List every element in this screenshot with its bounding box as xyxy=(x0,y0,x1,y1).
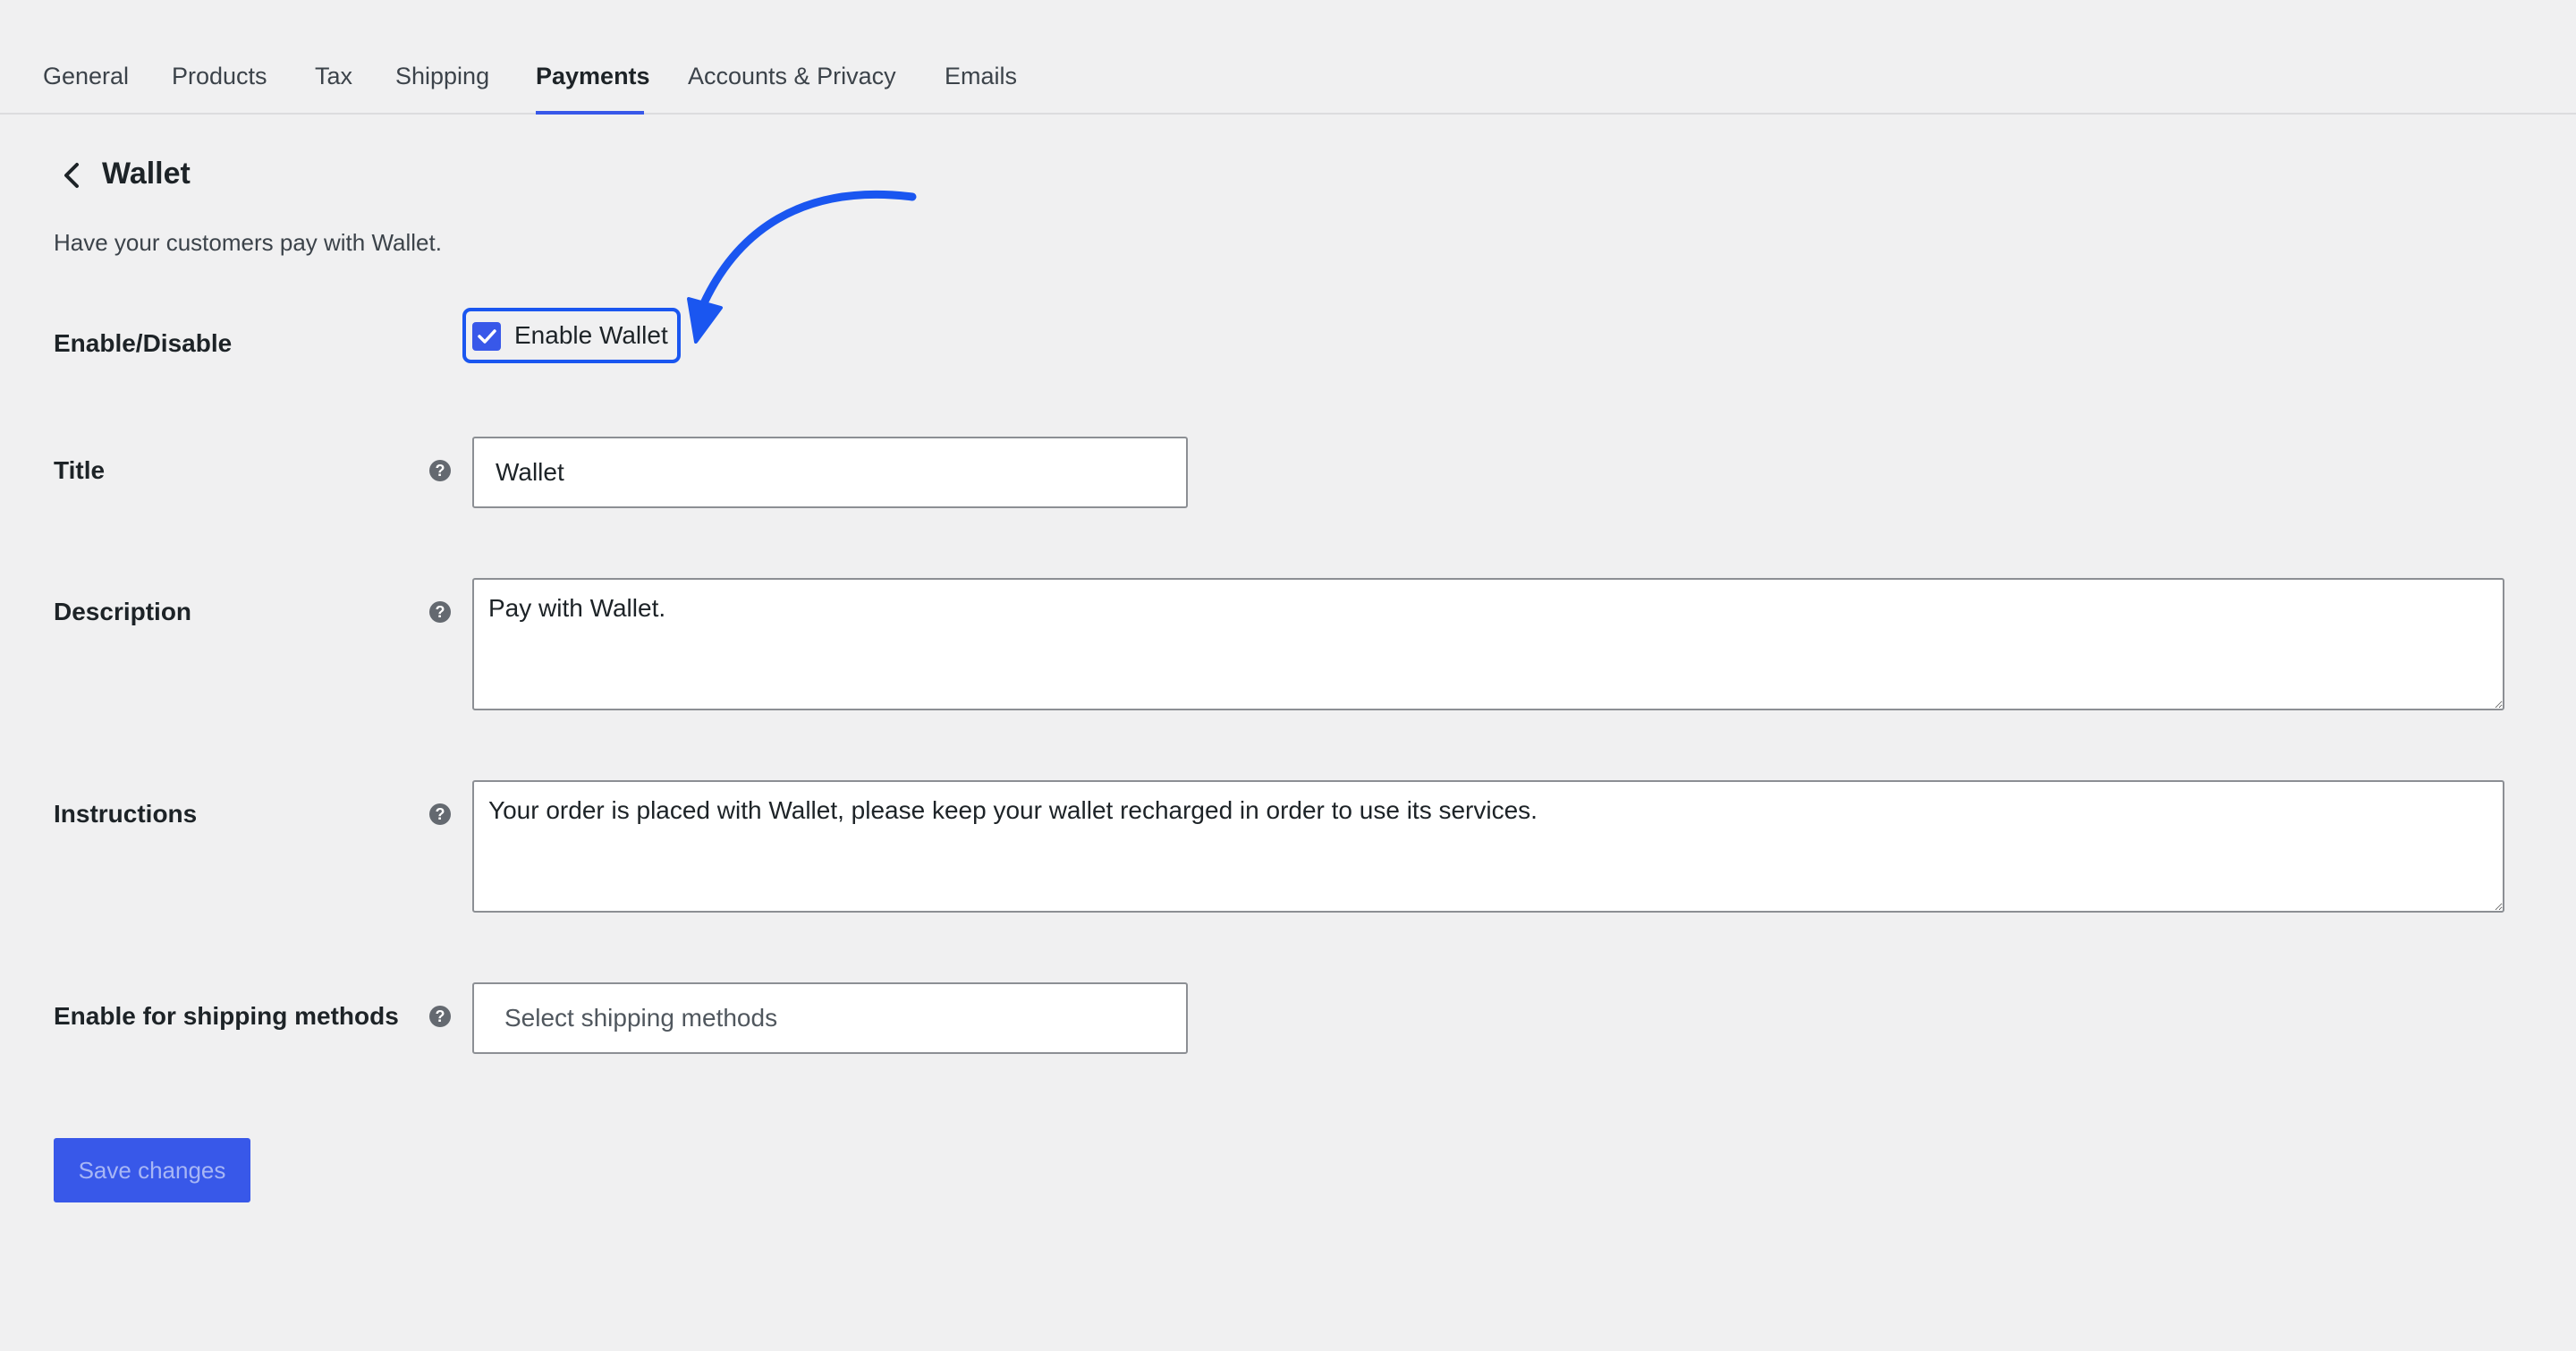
tab-emails[interactable]: Emails xyxy=(945,63,1017,90)
help-icon[interactable]: ? xyxy=(429,601,451,623)
description-textarea[interactable]: Pay with Wallet. xyxy=(472,578,2504,710)
tab-accounts-privacy[interactable]: Accounts & Privacy xyxy=(688,63,896,90)
tab-tax[interactable]: Tax xyxy=(315,63,352,90)
title-label: Title xyxy=(54,456,106,484)
title-input[interactable] xyxy=(472,437,1188,508)
tab-general[interactable]: General xyxy=(43,63,129,90)
description-label: Description xyxy=(54,598,192,625)
shipping-methods-label: Enable for shipping methods xyxy=(54,1002,399,1030)
checkmark-icon xyxy=(478,329,496,344)
shipping-methods-select[interactable]: Select shipping methods xyxy=(472,982,1188,1054)
instructions-textarea[interactable]: Your order is placed with Wallet, please… xyxy=(472,780,2504,913)
enable-wallet-checkbox[interactable] xyxy=(472,322,501,351)
help-icon[interactable]: ? xyxy=(429,803,451,825)
back-button[interactable] xyxy=(57,159,86,191)
help-icon[interactable]: ? xyxy=(429,1006,451,1027)
page-title: Wallet xyxy=(102,157,191,191)
instructions-label: Instructions xyxy=(54,800,198,828)
page-description: Have your customers pay with Wallet. xyxy=(54,229,442,256)
enable-wallet-label[interactable]: Enable Wallet xyxy=(514,321,668,350)
enable-disable-label: Enable/Disable xyxy=(54,329,233,357)
active-tab-indicator xyxy=(536,111,644,115)
chevron-left-icon xyxy=(64,163,79,188)
save-changes-button[interactable]: Save changes xyxy=(54,1138,250,1202)
tab-shipping[interactable]: Shipping xyxy=(395,63,489,90)
help-icon[interactable]: ? xyxy=(429,460,451,481)
settings-tabs: General Products Tax Shipping Payments A… xyxy=(0,0,2576,115)
tab-products[interactable]: Products xyxy=(172,63,267,90)
tab-payments[interactable]: Payments xyxy=(536,63,650,90)
shipping-methods-placeholder: Select shipping methods xyxy=(504,1004,778,1032)
